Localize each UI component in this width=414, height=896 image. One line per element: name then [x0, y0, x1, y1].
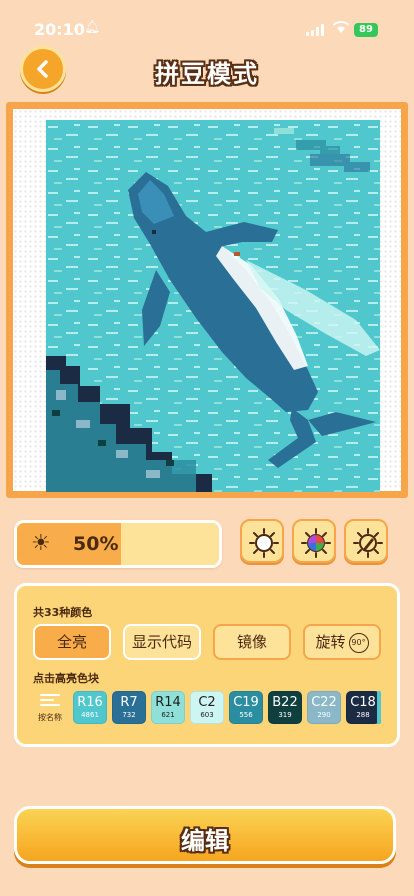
color-swatch[interactable]: C2 603 [190, 691, 224, 724]
show-code-button[interactable]: 显示代码 [123, 624, 201, 660]
battery-indicator: 89 [354, 23, 378, 37]
swatch-count: 732 [122, 711, 136, 719]
pixel-art-whale-image [46, 120, 380, 492]
bell-icon: 🔔︎ [84, 20, 101, 35]
brightness-value: 50% [73, 533, 119, 555]
color-swatch[interactable]: C22 290 [307, 691, 341, 724]
rotate-button[interactable]: 旋转 90° [303, 624, 381, 660]
sun-icon [249, 528, 279, 558]
sort-by-name-button[interactable]: 按名称 [33, 690, 67, 724]
swatch-code: R7 [120, 695, 138, 710]
page-title: 拼豆模式 [155, 60, 259, 88]
swatch-list-overflow [377, 691, 381, 724]
edit-button[interactable]: 编辑 [14, 806, 396, 864]
swatch-count: 556 [239, 711, 253, 719]
rotate-label: 旋转 [315, 633, 346, 651]
bead-canvas-frame [6, 102, 408, 498]
swatch-count: 288 [356, 711, 370, 719]
wifi-icon [332, 20, 350, 38]
color-palette-button[interactable] [292, 519, 336, 563]
edit-label: 编辑 [181, 827, 229, 855]
color-count-label: 共33种颜色 [33, 606, 93, 619]
brightness-slider[interactable]: ☀ 50% [14, 520, 222, 568]
color-swatch[interactable]: C19 556 [229, 691, 263, 724]
swatch-code: C2 [198, 695, 216, 710]
full-bright-button[interactable]: 全亮 [33, 624, 111, 660]
signal-icon [306, 24, 326, 36]
swatch-code: R14 [155, 695, 181, 710]
edit-light-button[interactable] [344, 519, 388, 563]
highlight-hint: 点击高亮色块 [33, 672, 99, 685]
status-time: 20:10 [34, 20, 85, 39]
bead-canvas[interactable] [13, 109, 401, 492]
status-bar: 20:10 🔔︎ 89 [0, 0, 414, 44]
swatch-count: 603 [200, 711, 214, 719]
swatch-count: 290 [317, 711, 331, 719]
swatch-code: C19 [233, 695, 259, 710]
swatch-count: 319 [278, 711, 292, 719]
color-swatch[interactable]: R14 621 [151, 691, 185, 724]
swatch-code: C18 [350, 695, 376, 710]
swatch-code: C22 [311, 695, 337, 710]
color-swatch[interactable]: B22 319 [268, 691, 302, 724]
swatch-code: R16 [77, 695, 103, 710]
light-toggle-button[interactable] [240, 519, 284, 563]
sun-icon: ☀ [31, 531, 51, 556]
rainbow-palette-icon [301, 528, 331, 558]
swatch-code: B22 [272, 695, 298, 710]
color-swatch[interactable]: R16 4861 [73, 691, 107, 724]
pencil-sun-icon [353, 528, 383, 558]
color-swatch[interactable]: C18 288 [346, 691, 380, 724]
swatch-count: 4861 [81, 711, 99, 719]
color-settings-panel: 共33种颜色 全亮 显示代码 镜像 旋转 90° 点击高亮色块 按名称 R16 48… [14, 583, 400, 747]
sort-label: 按名称 [38, 713, 62, 722]
sort-icon [40, 694, 60, 709]
swatch-count: 621 [161, 711, 175, 719]
mirror-button[interactable]: 镜像 [213, 624, 291, 660]
color-swatch[interactable]: R7 732 [112, 691, 146, 724]
rotate-90-icon: 90° [348, 632, 369, 653]
